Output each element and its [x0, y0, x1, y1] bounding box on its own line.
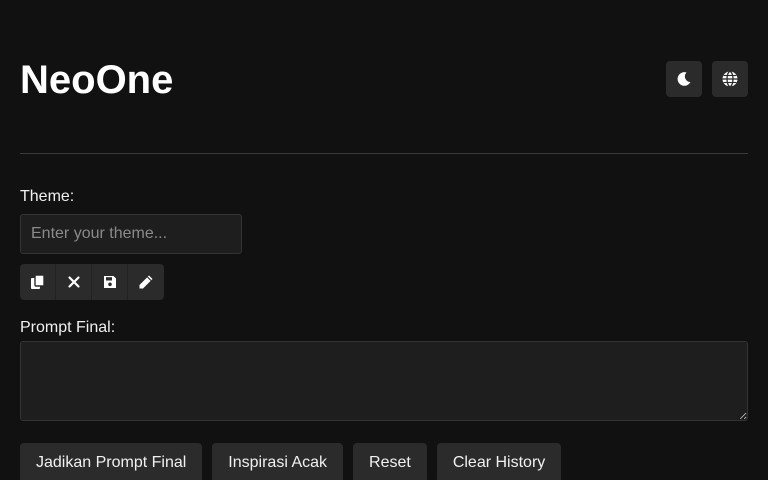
prompt-final-label: Prompt Final: [20, 319, 116, 336]
theme-label: Theme: [20, 188, 75, 205]
theme-toolbar [20, 264, 164, 300]
moon-icon [676, 71, 692, 87]
dark-mode-toggle-button[interactable] [666, 61, 702, 97]
make-final-prompt-button[interactable]: Jadikan Prompt Final [20, 443, 203, 480]
header-actions [666, 61, 748, 97]
pencil-icon [138, 274, 154, 290]
app-page: NeoOne Theme: Enter your theme... Prompt… [0, 0, 768, 480]
header: NeoOne [20, 50, 748, 110]
clear-history-button[interactable]: Clear History [436, 443, 562, 480]
copy-button[interactable] [20, 264, 56, 300]
edit-button[interactable] [128, 264, 164, 300]
language-button[interactable] [712, 61, 748, 97]
app-title: NeoOne [20, 58, 174, 102]
save-button[interactable] [92, 264, 128, 300]
globe-icon [721, 70, 739, 88]
save-icon [102, 274, 118, 290]
theme-input[interactable] [20, 214, 242, 254]
random-inspiration-button[interactable]: Inspirasi Acak [212, 443, 344, 480]
close-icon [67, 275, 81, 289]
clear-button[interactable] [56, 264, 92, 300]
reset-button[interactable]: Reset [353, 443, 427, 480]
copy-icon [30, 274, 46, 290]
prompt-final-textarea[interactable] [20, 341, 748, 421]
action-buttons: Jadikan Prompt Final Inspirasi Acak Rese… [20, 443, 562, 480]
header-divider [20, 153, 748, 154]
